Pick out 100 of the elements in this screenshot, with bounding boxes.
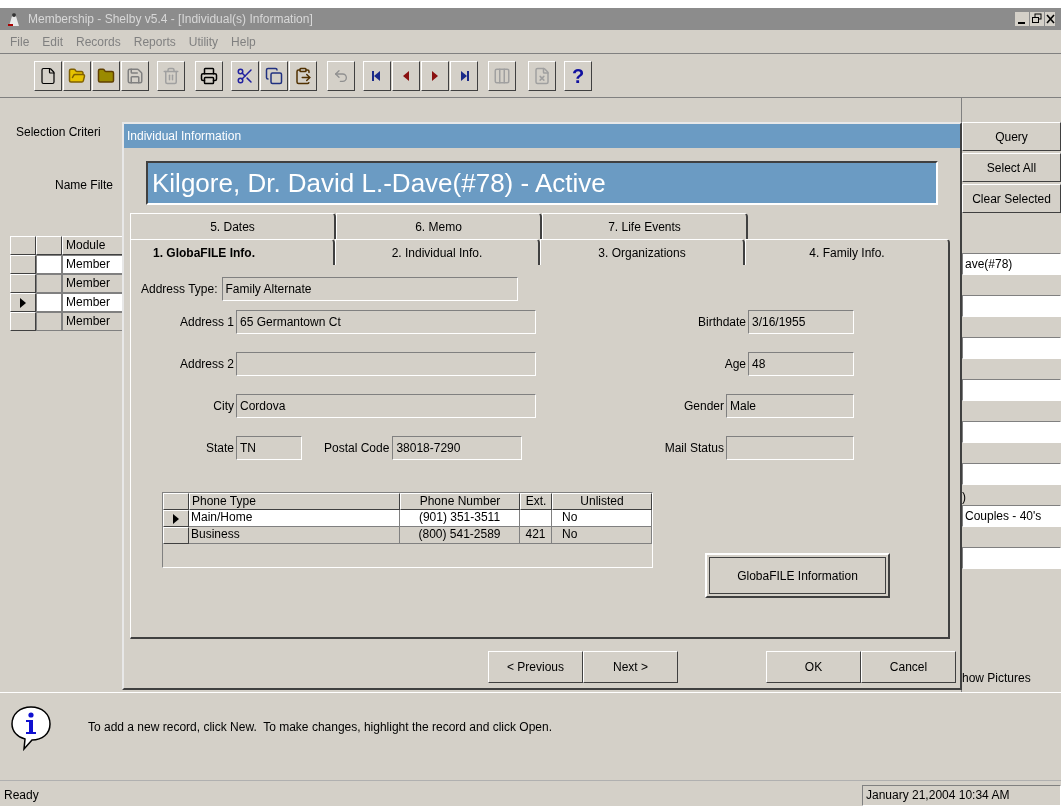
side-field[interactable]: [962, 463, 1061, 485]
status-text: Ready: [3, 787, 40, 804]
show-pictures-label[interactable]: how Pictures: [962, 669, 1061, 687]
field-label: Mail Status: [664, 440, 725, 457]
row-header[interactable]: [10, 312, 36, 331]
text-field[interactable]: 3/16/1955: [748, 310, 854, 334]
page-icon: [39, 66, 57, 85]
undo-button[interactable]: [327, 60, 355, 91]
nav-button[interactable]: Next >: [583, 651, 678, 683]
field-label: Age: [724, 356, 747, 373]
paste-button[interactable]: [289, 60, 317, 91]
field-label: State: [204, 440, 235, 457]
printer-icon: [200, 66, 218, 85]
state-field[interactable]: TN: [236, 436, 302, 460]
name-filter-label: Name Filte: [55, 177, 113, 194]
side-field[interactable]: [962, 421, 1061, 443]
row-header[interactable]: [10, 255, 36, 274]
last-record-button[interactable]: [450, 60, 478, 91]
text-field[interactable]: 48: [748, 352, 854, 376]
copy-button[interactable]: [260, 60, 288, 91]
column-header[interactable]: Phone Number: [400, 493, 520, 510]
help-button[interactable]: ?: [564, 60, 592, 91]
field-label: Birthdate: [697, 314, 747, 331]
field-label: Gender: [683, 398, 725, 415]
text-field[interactable]: [726, 436, 854, 460]
side-label: ): [962, 491, 967, 503]
address-type-field[interactable]: Family Alternate: [221, 277, 518, 301]
table-cell: [36, 255, 62, 274]
dialog-title: Individual Information: [127, 128, 242, 145]
tab[interactable]: 2. Individual Info.: [335, 239, 540, 265]
columns-icon: [493, 66, 511, 85]
tab[interactable]: 6. Memo: [336, 213, 542, 239]
side-field[interactable]: [962, 379, 1061, 401]
trash-button[interactable]: [157, 60, 185, 91]
column-header[interactable]: Unlisted: [552, 493, 652, 510]
table-cell: No: [552, 527, 652, 544]
field-label: Address 2: [178, 356, 235, 373]
table-cell: [36, 312, 62, 331]
text-field[interactable]: [236, 352, 536, 376]
side-field[interactable]: Couples - 40's: [962, 505, 1061, 527]
print-button[interactable]: [195, 60, 223, 91]
scissors-icon: [236, 66, 254, 85]
postal-code-field[interactable]: 38018-7290: [392, 436, 523, 460]
trash-icon: [162, 66, 180, 85]
first-record-button[interactable]: [363, 60, 391, 91]
tab[interactable]: 7. Life Events: [542, 213, 748, 239]
open-folder-icon: [68, 66, 86, 85]
text-field[interactable]: 65 Germantown Ct: [236, 310, 536, 334]
pointer-icon: [172, 513, 180, 524]
globafile-information-button[interactable]: GlobaFILE Information: [705, 553, 890, 598]
app-icon: [6, 11, 22, 27]
selection-criteria-label: Selection Criteri: [16, 124, 101, 141]
columns-button[interactable]: [488, 60, 516, 91]
tab[interactable]: 3. Organizations: [540, 239, 745, 265]
save-button[interactable]: [121, 60, 149, 91]
side-button[interactable]: Query: [962, 122, 1061, 151]
field-label: Address Type:: [141, 281, 218, 298]
table-cell: [36, 274, 62, 293]
table-cell: Main/Home: [189, 510, 400, 527]
row-pointer[interactable]: [163, 510, 189, 527]
side-button[interactable]: Select All: [962, 153, 1061, 182]
dialog-button[interactable]: Cancel: [861, 651, 956, 683]
side-field[interactable]: [962, 295, 1061, 317]
field-label: City: [212, 398, 235, 415]
hint-text: To add a new record, click New. To make changes, highlight the record and click Open.: [88, 719, 553, 736]
side-button[interactable]: Clear Selected: [962, 184, 1061, 213]
first-icon: [371, 69, 383, 82]
tab[interactable]: 4. Family Info.: [745, 239, 950, 265]
table-cell: Business: [189, 527, 400, 544]
text-field[interactable]: Cordova: [236, 394, 536, 418]
close-icon[interactable]: [1045, 12, 1055, 26]
side-field[interactable]: ave(#78): [962, 253, 1061, 275]
row-header[interactable]: [163, 527, 189, 544]
column-header[interactable]: Phone Type: [189, 493, 400, 510]
table-cell: (800) 541-2589: [400, 527, 520, 544]
minimize-icon[interactable]: [1015, 12, 1029, 26]
tab[interactable]: 5. Dates: [130, 213, 336, 239]
previous-record-button[interactable]: [392, 60, 420, 91]
next-record-button[interactable]: [421, 60, 449, 91]
nav-button[interactable]: < Previous: [488, 651, 583, 683]
table-cell: (901) 351-3511: [400, 510, 520, 527]
info-icon: [10, 705, 52, 751]
document-button[interactable]: [528, 60, 556, 91]
cut-button[interactable]: [231, 60, 259, 91]
restore-icon[interactable]: [1030, 12, 1044, 26]
document-icon: [533, 66, 551, 85]
table-cell: [520, 510, 552, 527]
side-field[interactable]: [962, 337, 1061, 359]
folder-button[interactable]: [92, 60, 120, 91]
new-file-button[interactable]: [34, 60, 62, 91]
side-field[interactable]: [962, 547, 1061, 569]
dialog-button[interactable]: OK: [766, 651, 861, 683]
row-header[interactable]: [10, 274, 36, 293]
table-cell: [36, 293, 62, 312]
row-pointer[interactable]: [10, 293, 36, 312]
tab[interactable]: 1. GlobaFILE Info.: [130, 239, 335, 265]
copy-icon: [265, 66, 283, 85]
open-folder-button[interactable]: [63, 60, 91, 91]
column-header[interactable]: Ext.: [520, 493, 552, 510]
text-field[interactable]: Male: [726, 394, 854, 418]
